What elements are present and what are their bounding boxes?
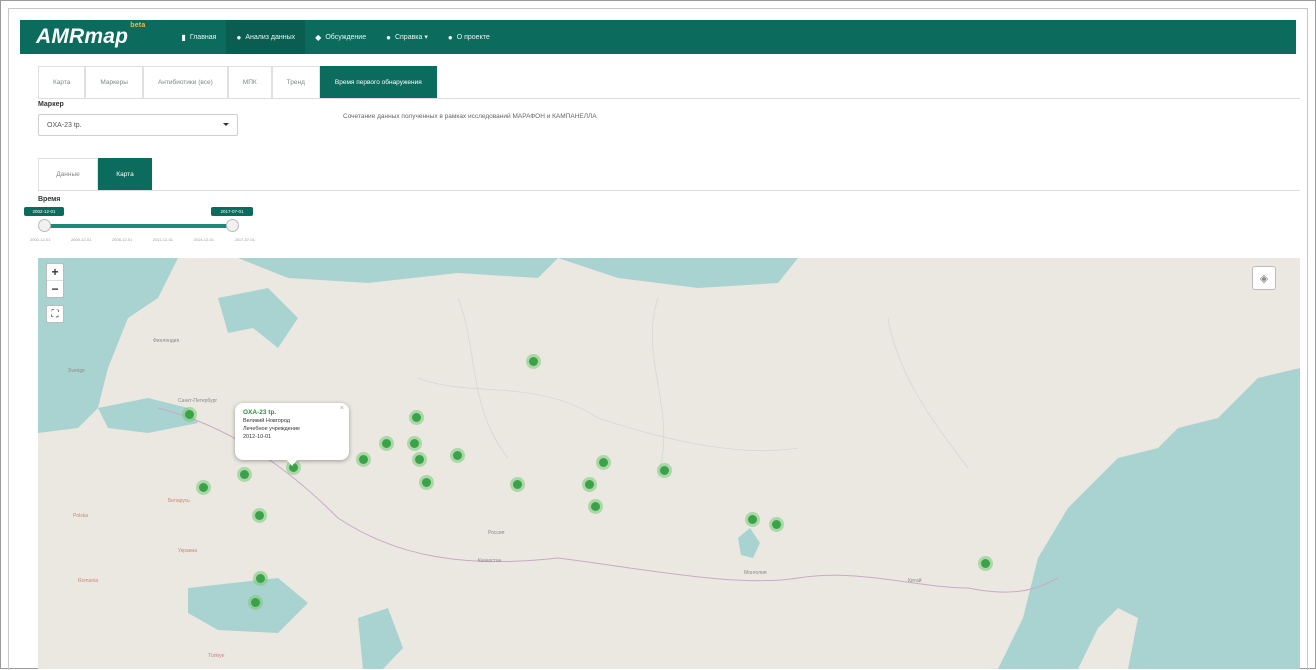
map-label: Казахстан bbox=[478, 558, 502, 564]
popup-tip bbox=[286, 459, 298, 466]
slider-tick: 2008-12-01 bbox=[111, 237, 133, 242]
home-icon: ▮ bbox=[181, 32, 186, 42]
map-label: Финляндия bbox=[153, 338, 180, 344]
map-label: Türkiye bbox=[208, 653, 225, 659]
nav-item-discussion[interactable]: ◆ Обсуждение bbox=[305, 20, 376, 54]
slider-ticks: 2002-12-01 2005-12-01 2008-12-01 2011-12… bbox=[30, 237, 255, 242]
map-label: Украина bbox=[178, 548, 198, 554]
map-marker[interactable] bbox=[582, 477, 597, 492]
zoom-control: + − bbox=[46, 263, 64, 298]
nav-item-home[interactable]: ▮ Главная bbox=[171, 20, 226, 54]
slider-tick: 2017-07-01 bbox=[234, 237, 255, 242]
popup-institution: Лечебное учреждение bbox=[243, 426, 300, 432]
map-label: Беларусь bbox=[168, 498, 190, 504]
map-label: Россия bbox=[488, 530, 505, 536]
subtab-map[interactable]: Карта bbox=[98, 158, 152, 190]
map-marker[interactable] bbox=[253, 571, 268, 586]
slider-from-bubble: 2002-12-01 bbox=[24, 207, 64, 216]
tab-antibiotics[interactable]: Антибиотики (все) bbox=[142, 66, 228, 98]
map-marker[interactable] bbox=[657, 463, 672, 478]
marker-select[interactable]: OXA-23 tp. bbox=[38, 114, 238, 136]
slider-tick: 2011-12-01 bbox=[152, 237, 174, 242]
map-marker[interactable] bbox=[588, 499, 603, 514]
zoom-in-button[interactable]: + bbox=[47, 264, 63, 280]
map-marker[interactable] bbox=[978, 556, 993, 571]
map-marker[interactable] bbox=[450, 448, 465, 463]
top-navbar: AMRmap beta ▮ Главная ● Анализ данных ◆ Обсу… bbox=[20, 20, 1296, 54]
marker-select-value: OXA-23 tp. bbox=[47, 121, 82, 129]
map-marker[interactable] bbox=[237, 467, 252, 482]
map-marker[interactable] bbox=[510, 477, 525, 492]
map-marker[interactable] bbox=[412, 452, 427, 467]
nav-menu: ▮ Главная ● Анализ данных ◆ Обсуждение ● Спр… bbox=[171, 20, 499, 54]
map-marker[interactable] bbox=[356, 452, 371, 467]
popup-date: 2012-10-01 bbox=[243, 434, 272, 440]
close-icon[interactable]: × bbox=[340, 405, 344, 413]
popup-city: Великий Новгород bbox=[243, 418, 291, 424]
slider-tick: 2005-12-01 bbox=[70, 237, 92, 242]
map-marker[interactable] bbox=[248, 595, 263, 610]
tab-mic[interactable]: МПК bbox=[227, 66, 272, 98]
comments-icon: ◆ bbox=[315, 32, 322, 42]
slider-to-bubble: 2017-07-01 bbox=[211, 207, 253, 216]
subtab-data[interactable]: Данные bbox=[38, 158, 98, 190]
tab-map[interactable]: Карта bbox=[38, 66, 86, 98]
tab-markers[interactable]: Маркеры bbox=[85, 66, 143, 98]
marker-label: Маркер bbox=[38, 101, 64, 108]
time-label: Время bbox=[38, 196, 61, 203]
map-marker[interactable] bbox=[379, 436, 394, 451]
brand-logo[interactable]: AMRmap beta bbox=[36, 22, 146, 49]
map-marker[interactable] bbox=[252, 508, 267, 523]
slider-tick: 2002-12-01 bbox=[30, 237, 51, 242]
fullscreen-icon[interactable]: ⛶ bbox=[46, 305, 64, 323]
layers-icon[interactable]: ◈ bbox=[1252, 266, 1276, 290]
zoom-out-button[interactable]: − bbox=[47, 280, 63, 297]
view-subtabs: Данные Карта bbox=[38, 158, 1300, 191]
map-marker[interactable] bbox=[419, 475, 434, 490]
slider-to-handle[interactable] bbox=[226, 219, 239, 232]
chart-icon: ● bbox=[236, 32, 242, 42]
map-marker[interactable] bbox=[745, 512, 760, 527]
map-label: Монголия bbox=[744, 570, 767, 576]
tab-first-detection[interactable]: Время первого обнаружения bbox=[319, 66, 437, 98]
nav-item-help[interactable]: ● Справка ▾ bbox=[376, 20, 438, 54]
map-marker[interactable] bbox=[596, 455, 611, 470]
brand-beta-badge: beta bbox=[130, 22, 146, 29]
slider-from-handle[interactable] bbox=[38, 219, 51, 232]
map-label: Санкт-Петербург bbox=[178, 398, 218, 404]
chevron-down-icon bbox=[223, 123, 229, 126]
map-marker[interactable] bbox=[196, 480, 211, 495]
map-label: Sverige bbox=[68, 368, 85, 374]
popup-title: OXA-23 tp. bbox=[243, 409, 277, 416]
slider-tick: 2014-12-01 bbox=[193, 237, 214, 242]
marker-popup: × OXA-23 tp. Великий Новгород Лечебное у… bbox=[235, 403, 349, 460]
map-label: Китай bbox=[908, 578, 922, 584]
nav-item-about[interactable]: ● О проекте bbox=[438, 20, 500, 54]
info-circle-icon: ● bbox=[447, 32, 453, 42]
map-marker[interactable] bbox=[409, 410, 424, 425]
map-marker[interactable] bbox=[407, 436, 422, 451]
map-label: Romania bbox=[78, 578, 99, 584]
map-label: Polska bbox=[73, 513, 89, 519]
map-marker[interactable] bbox=[526, 354, 541, 369]
map-marker[interactable] bbox=[769, 517, 784, 532]
tab-trend[interactable]: Тренд bbox=[271, 66, 320, 98]
map-marker[interactable] bbox=[182, 407, 197, 422]
time-slider-track[interactable] bbox=[44, 224, 232, 228]
info-icon: ● bbox=[386, 32, 391, 42]
nav-item-analysis[interactable]: ● Анализ данных bbox=[226, 20, 306, 54]
data-source-note: Сочетание данных полученных в рамках исс… bbox=[343, 113, 597, 120]
analysis-tabs: Карта Маркеры Антибиотики (все) МПК Трен… bbox=[38, 66, 1300, 99]
